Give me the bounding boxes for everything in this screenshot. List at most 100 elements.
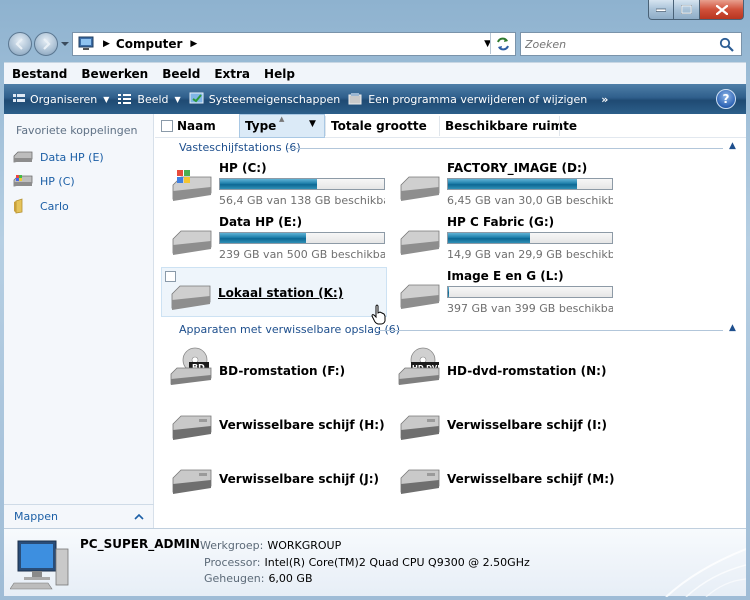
drive-name: Verwisselbare schijf (J:) — [219, 472, 380, 486]
drive-name: Verwisselbare schijf (M:) — [447, 472, 615, 486]
refresh-button[interactable] — [490, 33, 514, 54]
drive-j[interactable]: Verwisselbare schijf (J:) — [163, 454, 385, 504]
close-button[interactable] — [700, 0, 744, 20]
memory-value: 6,00 GB — [268, 572, 313, 585]
search-box[interactable] — [520, 32, 742, 56]
forward-button[interactable] — [34, 32, 58, 56]
column-separator — [325, 116, 326, 136]
recent-pages-dropdown[interactable] — [60, 38, 70, 50]
column-type[interactable]: Type — [245, 119, 276, 133]
hard-drive-icon — [171, 285, 211, 310]
system-properties-label: Systeemeigenschappen — [208, 92, 341, 106]
drive-name: HD-dvd-romstation (N:) — [447, 364, 607, 378]
back-button[interactable] — [8, 32, 32, 56]
view-icon — [118, 94, 132, 104]
select-all-checkbox[interactable] — [161, 120, 173, 132]
organize-button[interactable]: Organiseren ▼ — [12, 92, 109, 106]
group-removable-storage[interactable]: Apparaten met verwisselbare opslag (6) — [179, 323, 400, 336]
usage-bar — [447, 286, 613, 298]
drive-g[interactable]: HP C Fabric (G:) 14,9 GB van 29,9 GB bes… — [391, 215, 613, 265]
search-icon[interactable] — [719, 37, 735, 53]
drive-m[interactable]: Verwisselbare schijf (M:) — [391, 454, 615, 504]
favorite-carlo[interactable]: Carlo — [12, 198, 69, 214]
close-icon — [715, 4, 728, 15]
removable-drive-icon — [172, 469, 212, 494]
drive-name: HP (C:) — [219, 161, 267, 175]
explorer-window: ▶ Computer ▶ ▼ Bestand Bewerken Beeld Ex… — [0, 0, 750, 600]
drive-d[interactable]: FACTORY_IMAGE (D:) 6,45 GB van 30,0 GB b… — [391, 161, 613, 211]
drive-k[interactable]: Lokaal station (K:) — [161, 267, 387, 317]
drive-name: FACTORY_IMAGE (D:) — [447, 161, 588, 175]
menu-view[interactable]: Beeld — [156, 67, 206, 81]
drive-h[interactable]: Verwisselbare schijf (H:) — [163, 400, 385, 450]
address-bar[interactable]: ▶ Computer ▶ ▼ — [72, 32, 516, 56]
uninstall-program-button[interactable]: Een programma verwijderen of wijzigen — [348, 92, 587, 106]
drive-name: Verwisselbare schijf (H:) — [219, 418, 385, 432]
drive-i[interactable]: Verwisselbare schijf (I:) — [391, 400, 613, 450]
memory-row: Geheugen: 6,00 GB — [204, 572, 313, 585]
bd-rom-icon: BD — [170, 347, 212, 385]
drive-c[interactable]: HP (C:) 56,4 GB van 138 GB beschikbaar — [163, 161, 385, 211]
usage-bar — [219, 178, 385, 190]
drive-name: Data HP (E:) — [219, 215, 303, 229]
programs-icon — [348, 93, 362, 105]
hard-drive-icon — [400, 284, 440, 309]
drive-space: 14,9 GB van 29,9 GB beschikbaar — [447, 248, 613, 261]
column-separator — [559, 116, 560, 136]
view-label: Beeld — [137, 92, 169, 106]
system-drive-icon — [172, 170, 212, 201]
organize-icon — [13, 94, 25, 102]
menu-bar: Bestand Bewerken Beeld Extra Help — [4, 62, 746, 84]
menu-help[interactable]: Help — [258, 67, 301, 81]
caption-buttons — [648, 0, 744, 20]
usage-bar — [219, 232, 385, 244]
uninstall-program-label: Een programma verwijderen of wijzigen — [368, 92, 588, 106]
minimize-icon — [656, 8, 666, 12]
workgroup-row: Werkgroep: WORKGROUP — [200, 539, 341, 552]
organize-label: Organiseren — [30, 92, 98, 106]
sort-arrow-icon: ▲ — [279, 115, 285, 123]
column-free-space[interactable]: Beschikbare ruimte — [445, 119, 577, 133]
favorites-title: Favoriete koppelingen — [16, 124, 138, 137]
hard-drive-icon — [172, 230, 212, 255]
favorite-hp-c[interactable]: HP (C) — [12, 174, 75, 188]
folders-toggle[interactable]: Mappen — [4, 504, 154, 528]
memory-label: Geheugen: — [204, 572, 265, 585]
workgroup-value: WORKGROUP — [267, 539, 342, 552]
menu-tools[interactable]: Extra — [208, 67, 256, 81]
group-divider — [287, 148, 723, 149]
menu-edit[interactable]: Bewerken — [75, 67, 154, 81]
help-button[interactable]: ? — [716, 89, 736, 109]
menu-file[interactable]: Bestand — [6, 67, 73, 81]
processor-value: Intel(R) Core(TM)2 Quad CPU Q9300 @ 2.50… — [264, 556, 530, 569]
column-name[interactable]: Naam — [177, 119, 216, 133]
details-pane: PC_SUPER_ADMIN Werkgroep: WORKGROUP Proce… — [4, 528, 746, 597]
group-fixed-drives[interactable]: Vasteschijfstations (6) — [179, 141, 301, 154]
hard-drive-icon — [400, 176, 440, 201]
minimize-button[interactable] — [648, 0, 674, 20]
view-button[interactable]: Beeld ▼ — [117, 92, 181, 106]
favorite-data-hp[interactable]: Data HP (E) — [12, 150, 104, 164]
column-headers: ▲ Naam Type ▼ Totale grootte Beschikbare… — [155, 114, 746, 138]
address-location[interactable]: Computer — [116, 37, 182, 51]
chevron-up-icon[interactable]: ▲ — [729, 141, 736, 151]
column-total-size[interactable]: Totale grootte — [331, 119, 427, 133]
more-commands-button[interactable]: » — [601, 93, 608, 106]
system-properties-button[interactable]: Systeemeigenschappen — [189, 92, 341, 106]
usage-fill — [448, 287, 449, 297]
chevron-up-icon[interactable]: ▲ — [729, 323, 736, 333]
refresh-icon — [496, 37, 509, 50]
drive-f[interactable]: BD BD-romstation (F:) — [163, 346, 385, 396]
maximize-button[interactable] — [674, 0, 700, 20]
drive-space: 239 GB van 500 GB beschikbaar — [219, 248, 385, 261]
drive-e[interactable]: Data HP (E:) 239 GB van 500 GB beschikba… — [163, 215, 385, 265]
column-type-filter-icon[interactable]: ▼ — [309, 119, 316, 129]
search-input[interactable] — [525, 37, 715, 51]
group-divider — [379, 330, 723, 331]
system-drive-icon — [13, 175, 33, 187]
processor-label: Processor: — [204, 556, 261, 569]
breadcrumb-separator-icon[interactable]: ▶ — [190, 39, 197, 49]
chevron-up-icon — [134, 513, 144, 520]
drive-l[interactable]: Image E en G (L:) 397 GB van 399 GB besc… — [391, 269, 613, 319]
drive-n[interactable]: HD DVD HD-dvd-romstation (N:) — [391, 346, 613, 396]
